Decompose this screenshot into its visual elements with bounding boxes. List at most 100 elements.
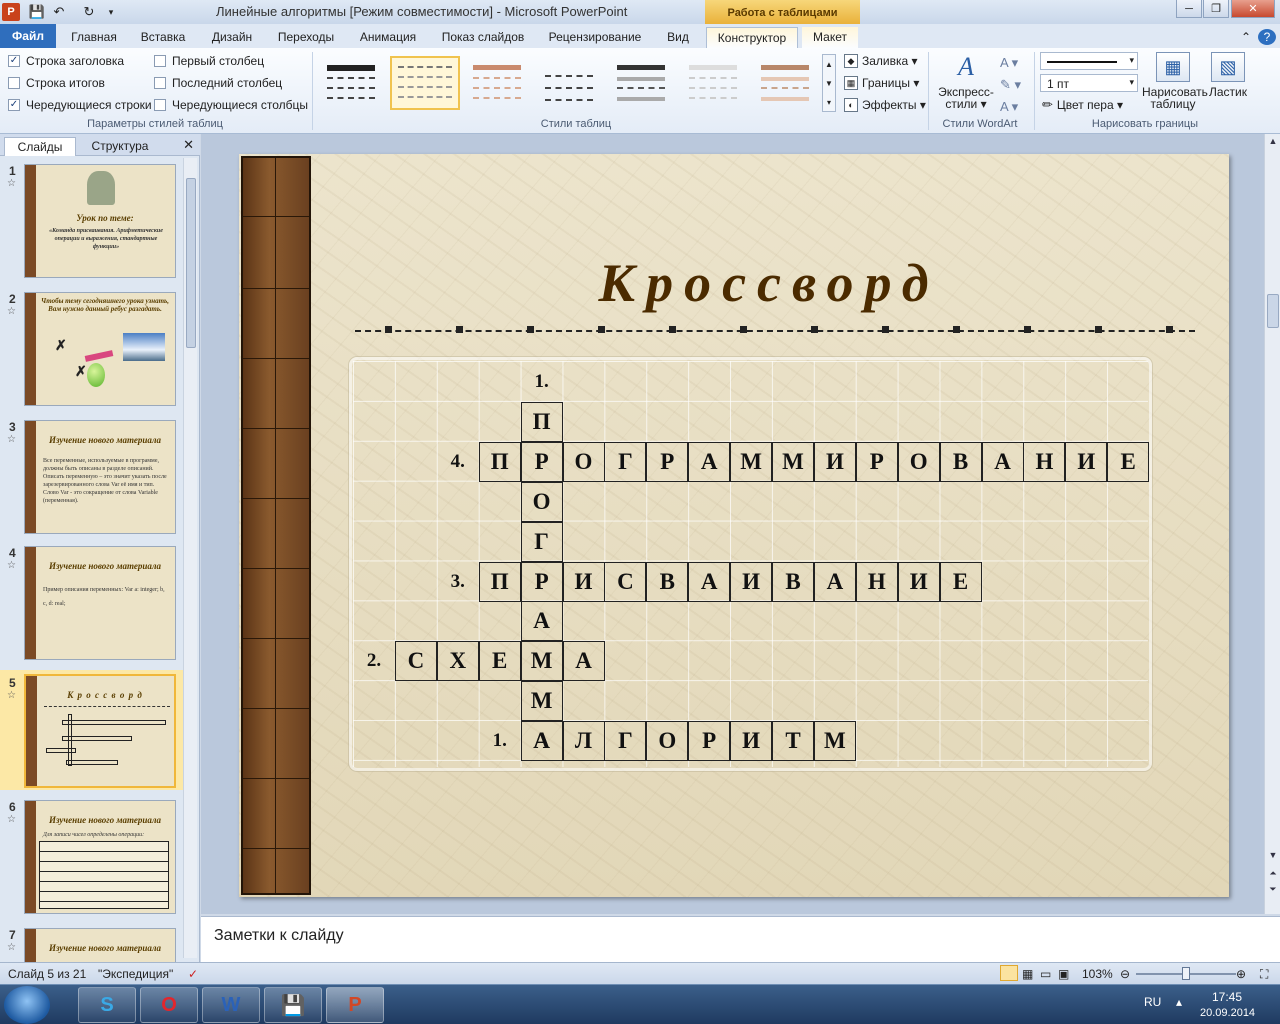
crossword-cell[interactable]: В — [646, 561, 689, 602]
first-column-checkbox[interactable]: Первый столбец — [154, 52, 264, 70]
total-row-checkbox[interactable]: Строка итогов — [8, 74, 105, 92]
tab-file[interactable]: Файл — [0, 24, 56, 48]
crossword-cell[interactable]: И — [897, 561, 940, 602]
restore-button[interactable]: ❐ — [1203, 0, 1229, 18]
language-indicator[interactable]: RU — [1144, 995, 1161, 1009]
tab-slideshow[interactable]: Показ слайдов — [432, 27, 534, 48]
tab-animation[interactable]: Анимация — [348, 27, 428, 48]
clock-time[interactable]: 17:45 — [1212, 990, 1242, 1004]
zoom-level[interactable]: 103% — [1082, 967, 1113, 981]
crossword-cell[interactable]: О — [562, 441, 605, 482]
customize-qat-icon[interactable]: ▾ — [102, 3, 120, 21]
scroll-thumb[interactable] — [1267, 294, 1279, 328]
undo-icon[interactable]: ↶ — [50, 3, 68, 21]
crossword-clue-number[interactable]: 1. — [521, 362, 563, 402]
spellcheck-icon[interactable]: ✓ — [188, 967, 198, 981]
slide-title[interactable]: Кроссворд — [239, 252, 1229, 314]
banded-rows-checkbox[interactable]: ✓ Чередующиеся строки — [8, 96, 152, 114]
slide-thumbnail-2[interactable]: 2 ☆ Чтобы тему сегодняшнего урока узнать… — [0, 292, 184, 410]
close-button[interactable]: ✕ — [1231, 0, 1275, 18]
table-style-4[interactable] — [538, 58, 600, 108]
slide-thumbnail-4[interactable]: 4 ☆ Изучение нового материала Пример опис… — [0, 546, 184, 664]
crossword-cell[interactable]: В — [939, 441, 982, 482]
crossword-cell[interactable]: П — [520, 401, 563, 442]
header-row-checkbox[interactable]: ✓ Строка заголовка — [8, 52, 124, 70]
opera-taskbar-icon[interactable]: O — [140, 987, 198, 1023]
crossword-cell[interactable]: А — [981, 441, 1024, 482]
crossword-cell[interactable]: Р — [646, 441, 689, 482]
tab-review[interactable]: Рецензирование — [540, 27, 650, 48]
word-taskbar-icon[interactable]: W — [202, 987, 260, 1023]
crossword-cell[interactable]: Х — [436, 641, 479, 682]
scroll-up-icon[interactable]: ▲ — [1267, 136, 1279, 148]
banded-columns-checkbox[interactable]: Чередующиеся столбцы — [154, 96, 308, 114]
table-style-6[interactable] — [682, 58, 744, 108]
powerpoint-app-icon[interactable]: P — [2, 3, 20, 21]
crossword-cell[interactable]: А — [688, 561, 731, 602]
scroll-thumb[interactable] — [186, 178, 196, 348]
crossword-cell[interactable]: В — [772, 561, 814, 602]
clock-date[interactable]: 20.09.2014 — [1200, 1007, 1255, 1019]
table-style-3[interactable] — [466, 58, 528, 108]
theme-name[interactable]: "Экспедиция" — [98, 967, 173, 981]
pen-weight-select[interactable]: 1 пт ▾ — [1040, 74, 1138, 92]
crossword-cell[interactable]: И — [562, 561, 605, 602]
powerpoint-taskbar-icon[interactable]: P — [326, 987, 384, 1023]
current-slide[interactable]: Кроссворд ПОГАМАПРОГРАММИРОВАНИЕПРИСВАИВ… — [239, 154, 1229, 897]
tray-arrow-icon[interactable]: ▴ — [1176, 995, 1182, 1009]
draw-table-button[interactable]: ▦ Нарисовать таблицу — [1142, 52, 1208, 110]
crossword-cell[interactable]: М — [813, 721, 856, 762]
tab-insert[interactable]: Вставка — [130, 27, 196, 48]
crossword-cell[interactable]: Н — [1023, 441, 1066, 482]
redo-icon[interactable]: ↻ — [80, 3, 98, 21]
slide-thumbnail-5-selected[interactable]: 5 ☆ К р о с с в о р д — [0, 670, 184, 790]
crossword-cell[interactable]: Е — [1107, 441, 1150, 482]
crossword-cell[interactable]: А — [520, 721, 563, 762]
crossword-cell[interactable]: С — [604, 561, 647, 602]
zoom-out-icon[interactable]: ⊖ — [1120, 967, 1130, 981]
crossword-cell[interactable]: С — [394, 641, 437, 682]
crossword-cell[interactable]: П — [478, 441, 521, 482]
crossword-cell[interactable]: Е — [939, 561, 982, 602]
slide-thumbnail-3[interactable]: 3 ☆ Изучение нового материала Все перемен… — [0, 420, 184, 538]
slide-thumbnail-6[interactable]: 6 ☆ Изучение нового материала Для записи … — [0, 800, 184, 918]
pen-color-button[interactable]: ✏ Цвет пера ▾ — [1042, 96, 1123, 114]
crossword-cell[interactable]: Р — [688, 721, 731, 762]
eraser-button[interactable]: ▧ Ластик — [1206, 52, 1250, 98]
crossword-cell[interactable]: П — [478, 561, 521, 602]
scroll-down-icon[interactable]: ▼ — [1267, 850, 1279, 862]
shading-button[interactable]: ◆ Заливка ▾ — [844, 52, 918, 70]
editor-vertical-scrollbar[interactable]: ▲ ▼ ⏶ ⏷ — [1264, 134, 1280, 914]
crossword-cell[interactable]: О — [646, 721, 689, 762]
slideshow-icon[interactable]: ▣ — [1058, 967, 1069, 981]
zoom-in-icon[interactable]: ⊕ — [1236, 967, 1246, 981]
tab-design[interactable]: Дизайн — [200, 27, 264, 48]
reading-view-icon[interactable]: ▭ — [1040, 967, 1051, 981]
crossword-clue-number[interactable]: 1. — [479, 721, 521, 761]
crossword-cell[interactable]: М — [772, 441, 814, 482]
crossword-cell[interactable]: М — [520, 681, 563, 722]
minimize-ribbon-icon[interactable]: ⌃ — [1238, 27, 1254, 48]
tab-view[interactable]: Вид — [656, 27, 700, 48]
help-icon[interactable]: ? — [1258, 29, 1276, 45]
crossword-cell[interactable]: Р — [520, 561, 563, 602]
slide-thumbnail-1[interactable]: 1 ☆ Урок по теме: «Команда присваивания. … — [0, 164, 184, 282]
start-button[interactable] — [4, 986, 50, 1024]
fit-to-window-icon[interactable]: ⛶ — [1260, 967, 1268, 982]
quick-styles-button[interactable]: A Экспресс-стили ▾ — [936, 52, 996, 111]
next-slide-icon[interactable]: ⏷ — [1267, 884, 1279, 896]
borders-button[interactable]: ▦ Границы ▾ — [844, 74, 919, 92]
crossword-cell[interactable]: И — [1065, 441, 1108, 482]
tab-constructor[interactable]: Конструктор — [706, 27, 798, 48]
crossword-cell[interactable]: И — [730, 561, 773, 602]
effects-button[interactable]: ◐ Эффекты ▾ — [844, 96, 926, 114]
crossword-cell[interactable]: И — [730, 721, 773, 762]
pen-style-select[interactable]: ▾ — [1040, 52, 1138, 70]
save-disk-taskbar-icon[interactable]: 💾 — [264, 987, 322, 1023]
tab-outline[interactable]: Структура — [80, 137, 160, 156]
crossword-clue-number[interactable]: 2. — [353, 641, 395, 681]
crossword-clue-number[interactable]: 3. — [437, 562, 479, 602]
crossword-cell[interactable]: О — [520, 481, 563, 522]
previous-slide-icon[interactable]: ⏶ — [1267, 868, 1279, 880]
crossword-cell[interactable]: М — [520, 641, 563, 682]
